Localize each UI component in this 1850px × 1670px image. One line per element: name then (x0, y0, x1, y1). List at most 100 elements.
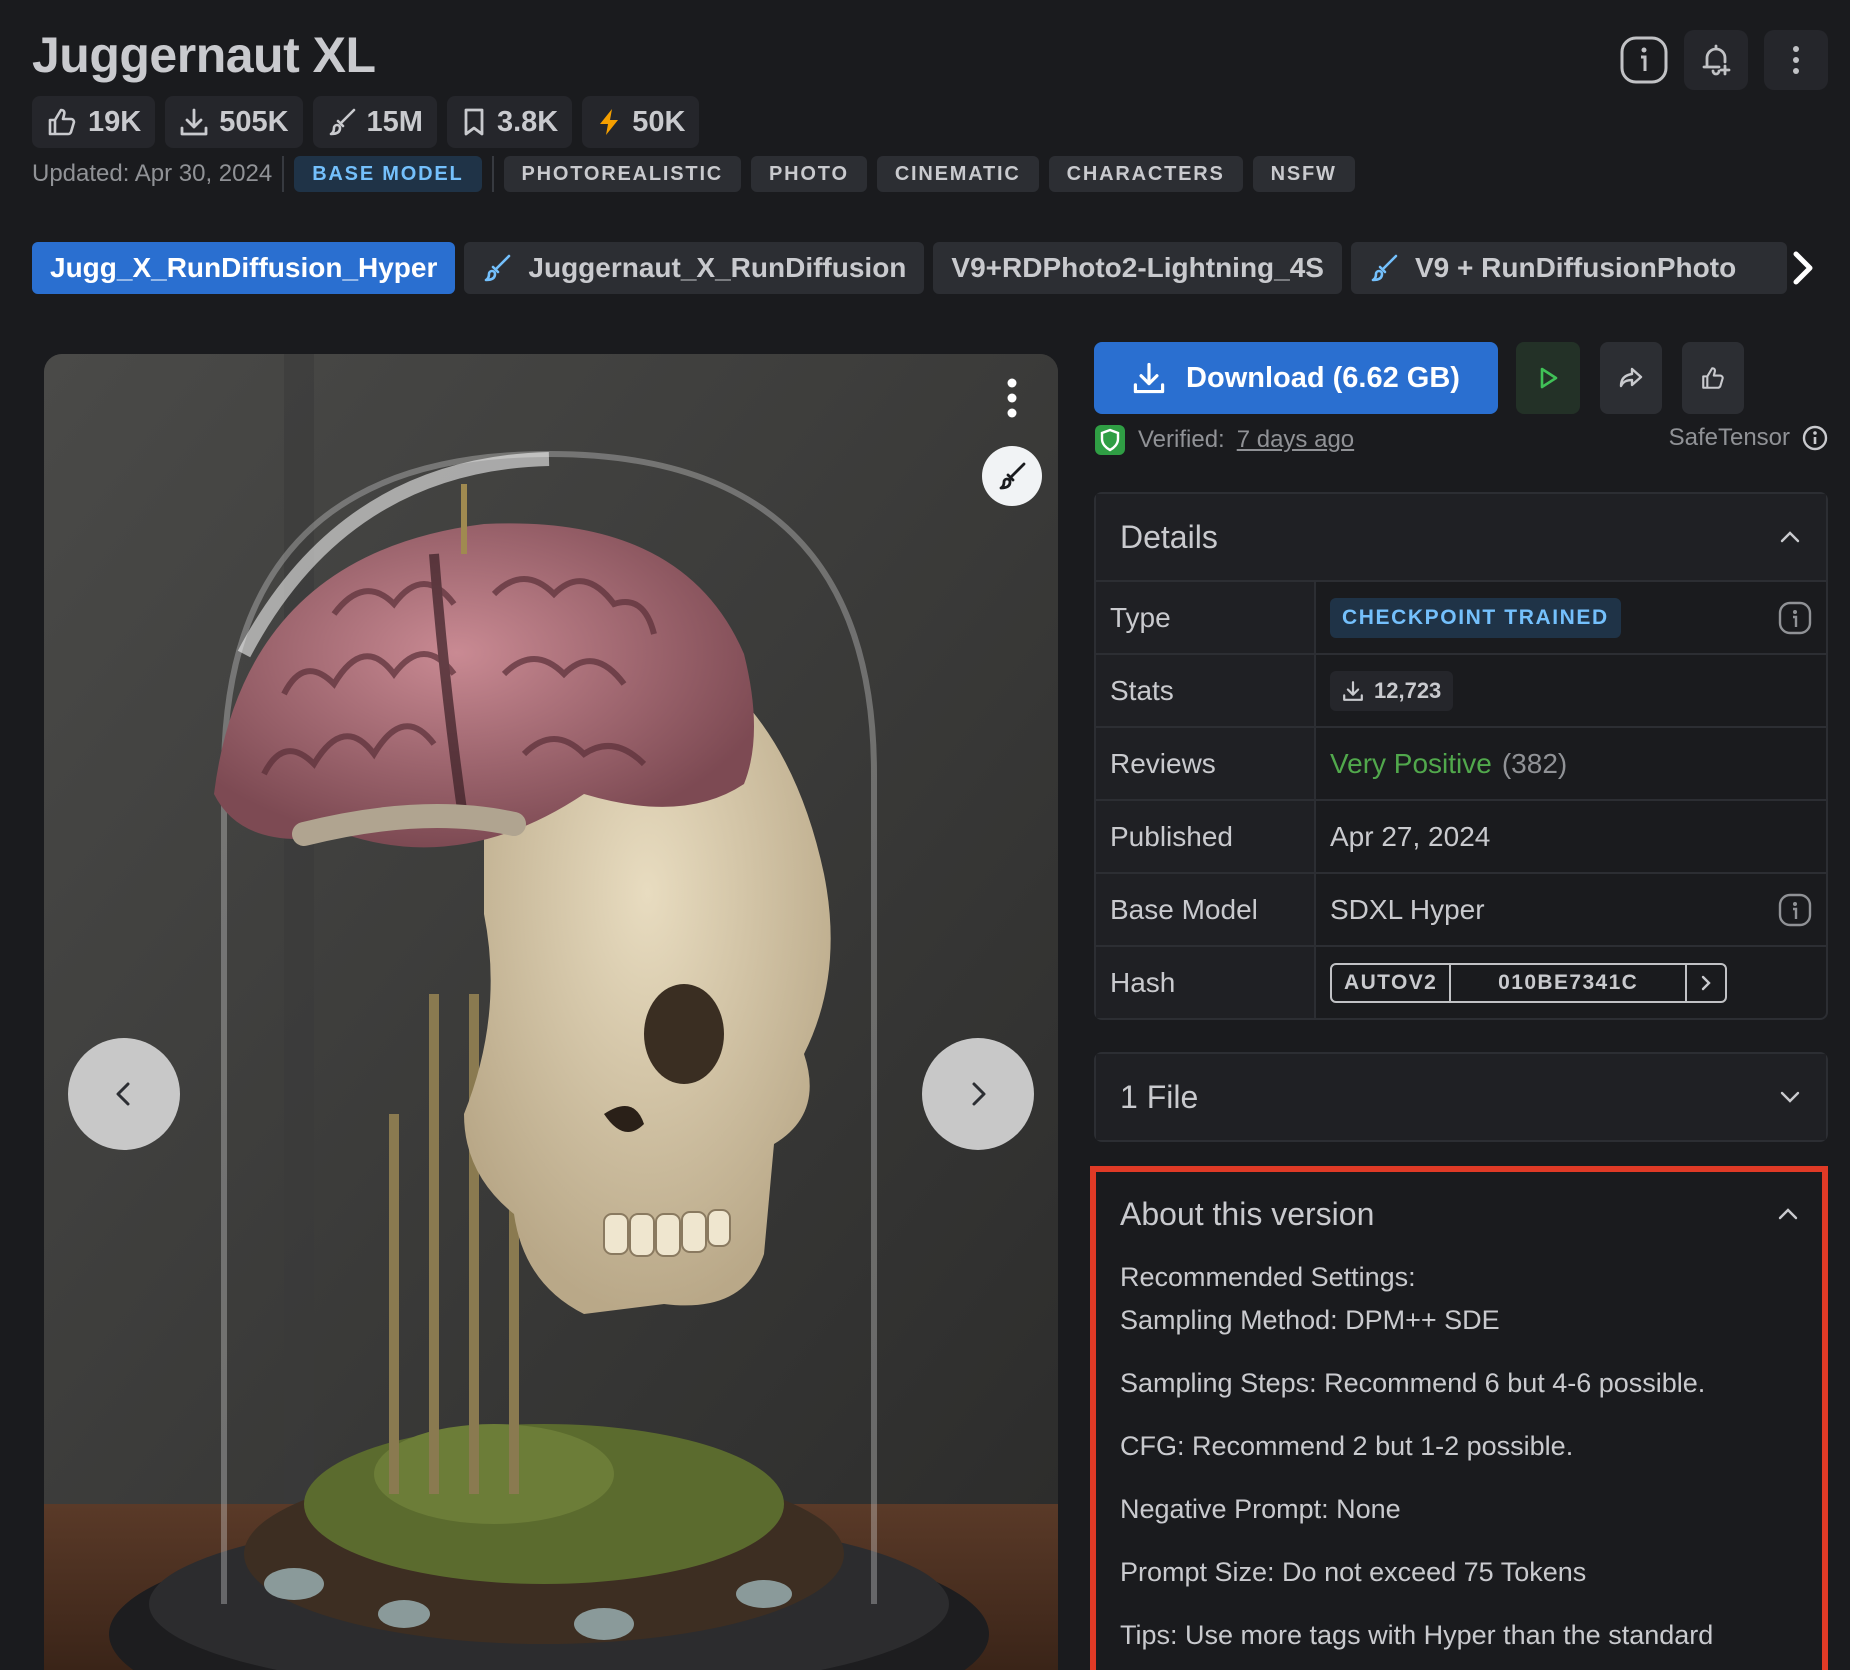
more-menu-button[interactable] (1764, 30, 1828, 90)
version-label: V9+RDPhoto2-Lightning_4S (951, 252, 1324, 283)
like-button[interactable] (1682, 342, 1744, 414)
base-model-value: SDXL Hyper (1330, 893, 1485, 925)
notify-button[interactable] (1684, 30, 1748, 90)
divider (491, 156, 494, 192)
bookmark-icon (464, 108, 484, 136)
tag-photo[interactable]: PHOTO (751, 156, 867, 192)
brush-icon (999, 462, 1026, 490)
detail-key: Reviews (1096, 728, 1316, 799)
version-label: Juggernaut_X_RunDiffusion (528, 252, 907, 283)
bolt-icon (600, 109, 619, 135)
gallery-next-button[interactable] (922, 1038, 1034, 1150)
version-tab-v9-photo[interactable]: V9 + RunDiffusionPhoto (1350, 242, 1787, 294)
stat-generations: 15M (312, 96, 437, 148)
chevron-right-icon (1702, 975, 1711, 990)
about-line: Sampling Method: DPM++ SDE (1120, 1305, 1500, 1335)
version-tab-v9-lightning[interactable]: V9+RDPhoto2-Lightning_4S (933, 242, 1342, 294)
detail-key: Stats (1096, 655, 1316, 726)
tag-cinematic[interactable]: CINEMATIC (876, 156, 1039, 192)
verified-status: Verified: 7 days ago (1094, 424, 1354, 456)
run-button[interactable] (1516, 342, 1580, 414)
download-count-value: 12,723 (1374, 677, 1442, 703)
about-line: CFG: Recommend 2 but 1-2 possible. (1120, 1431, 1574, 1461)
verified-label: Verified: (1138, 426, 1225, 453)
tag-nsfw[interactable]: NSFW (1252, 156, 1355, 192)
info-icon[interactable] (1778, 893, 1812, 927)
version-label: Jugg_X_RunDiffusion_Hyper (50, 252, 438, 283)
download-icon (1133, 362, 1165, 394)
version-label: V9 + RunDiffusionPhoto (1414, 252, 1737, 283)
stat-value: 3.8K (496, 105, 559, 138)
image-menu-button[interactable] (990, 372, 1034, 424)
thumbs-up-icon (48, 108, 76, 136)
hash-next-button[interactable] (1687, 965, 1725, 1001)
files-header[interactable]: 1 File (1096, 1054, 1826, 1140)
hash-box[interactable]: AUTOV2 010BE7341C (1330, 962, 1728, 1003)
stat-value: 15M (366, 105, 423, 138)
brush-icon (1371, 254, 1398, 282)
share-icon (1619, 367, 1643, 388)
download-icon (1343, 680, 1363, 701)
chevron-down-icon (1780, 1091, 1800, 1103)
stat-bookmarks: 3.8K (446, 96, 573, 148)
remix-button[interactable] (982, 446, 1042, 506)
hash-type[interactable]: AUTOV2 (1332, 964, 1452, 1001)
model-image[interactable] (44, 354, 1058, 1670)
stat-downloads: 505K (165, 96, 303, 148)
gallery-prev-button[interactable] (68, 1038, 180, 1150)
detail-row-hash: Hash AUTOV2 010BE7341C (1096, 945, 1826, 1018)
verified-time-link[interactable]: 7 days ago (1237, 426, 1354, 454)
bell-plus-icon (1702, 44, 1731, 76)
about-version-panel: About this version Recommended Settings:… (1090, 1166, 1828, 1670)
detail-row-type: Type CHECKPOINT TRAINED (1096, 580, 1826, 653)
stat-buzz: 50K (582, 96, 700, 148)
tag-characters[interactable]: CHARACTERS (1048, 156, 1243, 192)
share-button[interactable] (1600, 342, 1662, 414)
files-panel: 1 File (1094, 1052, 1828, 1142)
info-circle-icon[interactable] (1802, 425, 1828, 451)
version-tab-hyper[interactable]: Jugg_X_RunDiffusion_Hyper (32, 242, 456, 294)
updated-date: Updated: Apr 30, 2024 (32, 160, 273, 187)
about-line: Tips: Use more tags with Hyper than the … (1120, 1620, 1714, 1650)
info-icon[interactable] (1778, 601, 1812, 635)
detail-row-reviews: Reviews Very Positive (382) (1096, 726, 1826, 799)
shield-check-icon (1095, 425, 1125, 455)
info-button[interactable] (1612, 30, 1676, 90)
version-tabs: Jugg_X_RunDiffusion_Hyper Juggernaut_X_R… (32, 242, 1787, 294)
stat-likes: 19K (32, 96, 156, 148)
chevron-right-icon (972, 1082, 986, 1106)
hash-value[interactable]: 010BE7341C (1451, 964, 1688, 1001)
about-title: About this version (1120, 1195, 1375, 1232)
reviews-count: (382) (1501, 747, 1568, 779)
kebab-icon (1007, 378, 1017, 418)
about-line: Sampling Steps: Recommend 6 but 4-6 poss… (1120, 1368, 1706, 1398)
download-button[interactable]: Download (6.62 GB) (1094, 342, 1498, 414)
versions-scroll-right[interactable] (1782, 248, 1822, 288)
thumbs-up-icon (1702, 367, 1724, 389)
reviews-rating-link[interactable]: Very Positive (1330, 748, 1492, 780)
tags-row: Updated: Apr 30, 2024 BASE MODEL PHOTORE… (32, 156, 1365, 192)
tag-photorealistic[interactable]: PHOTOREALISTIC (503, 156, 742, 192)
files-title: 1 File (1120, 1078, 1199, 1115)
chevron-up-icon (1778, 1208, 1798, 1220)
detail-row-published: Published Apr 27, 2024 (1096, 799, 1826, 872)
detail-key: Type (1096, 582, 1316, 653)
chevron-left-icon (116, 1082, 130, 1106)
download-label: Download (6.62 GB) (1186, 361, 1460, 394)
base-model-tag[interactable]: BASE MODEL (294, 156, 482, 192)
stat-value: 505K (219, 105, 289, 138)
about-header[interactable]: About this version (1096, 1172, 1822, 1256)
detail-key: Published (1096, 801, 1316, 872)
details-header[interactable]: Details (1096, 494, 1826, 580)
download-count: 12,723 (1330, 670, 1454, 711)
kebab-icon (1793, 46, 1799, 74)
details-panel: Details Type CHECKPOINT TRAINED Stats 12… (1094, 492, 1828, 1020)
brush-icon (485, 254, 511, 282)
stats-row: 19K 505K 15M 3.8K 50K (32, 96, 700, 148)
about-line: Prompt Size: Do not exceed 75 Tokens (1120, 1557, 1587, 1587)
detail-key: Hash (1096, 947, 1316, 1018)
version-tab-x[interactable]: Juggernaut_X_RunDiffusion (464, 242, 925, 294)
detail-row-base-model: Base Model SDXL Hyper (1096, 872, 1826, 945)
page-title: Juggernaut XL (32, 27, 376, 83)
detail-row-stats: Stats 12,723 (1096, 653, 1826, 726)
